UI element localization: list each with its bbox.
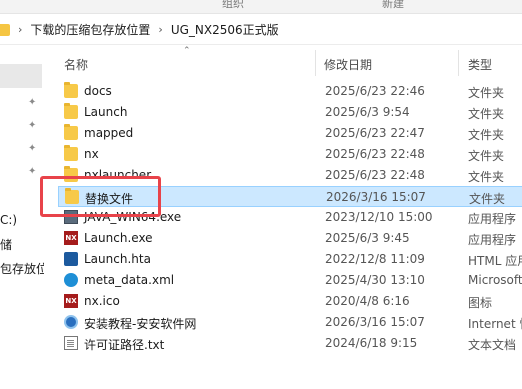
nav-item-download-folder[interactable]: 包存放位 <box>0 260 44 277</box>
file-name: 许可证路径.txt <box>84 338 165 352</box>
sort-ascending-icon: ⌃ <box>183 46 191 56</box>
file-row[interactable]: NX nx.ico 2020/4/8 6:16 图标 <box>58 291 522 312</box>
column-date[interactable]: 修改日期 <box>324 56 372 73</box>
ribbon: 组织 新建 <box>0 0 522 14</box>
navigation-pane: ✦ ✦ ✦ ✦ C:) 储 包存放位 <box>0 46 44 389</box>
text-file-icon <box>64 336 78 350</box>
file-type: 文件夹 <box>469 192 506 206</box>
file-name: mapped <box>84 126 134 140</box>
file-date: 2023/12/10 15:00 <box>325 210 433 224</box>
column-divider[interactable] <box>315 50 316 76</box>
breadcrumb-item[interactable]: UG_NX2506正式版 <box>171 21 279 38</box>
file-name: Launch <box>84 105 128 119</box>
edge-icon <box>64 273 78 287</box>
file-date: 2025/6/23 22:48 <box>325 147 425 161</box>
chevron-right-icon[interactable]: › <box>18 23 22 36</box>
column-divider[interactable] <box>458 50 459 76</box>
file-row[interactable]: Launch.hta 2022/12/8 11:09 HTML 应用 <box>58 249 522 270</box>
pin-icon: ✦ <box>28 120 37 131</box>
file-name: Launch.exe <box>84 231 153 245</box>
nav-selected-item[interactable] <box>0 64 42 88</box>
column-name[interactable]: 名称 <box>64 56 88 73</box>
file-row[interactable]: 许可证路径.txt 2024/6/18 9:15 文本文档 <box>58 333 522 354</box>
file-type: 文件夹 <box>468 170 505 184</box>
pin-icon: ✦ <box>28 143 37 154</box>
file-type: HTML 应用 <box>468 254 522 268</box>
file-name: meta_data.xml <box>84 273 175 287</box>
file-type: 文件夹 <box>468 149 505 163</box>
pin-icon: ✦ <box>28 166 37 177</box>
file-type: Microsoft <box>468 273 522 287</box>
file-row[interactable]: mapped 2025/6/23 22:47 文件夹 <box>58 123 522 144</box>
exe-icon <box>64 210 78 224</box>
file-row[interactable]: 安装教程-安安软件网 2026/3/16 15:07 Internet 快 <box>58 312 522 333</box>
file-row[interactable]: nx 2025/6/23 22:48 文件夹 <box>58 144 522 165</box>
folder-icon <box>64 166 78 182</box>
breadcrumb-item[interactable]: 下载的压缩包存放位置 <box>30 21 150 38</box>
address-bar[interactable]: › 下载的压缩包存放位置 › UG_NX2506正式版 <box>0 15 522 45</box>
nav-item-storage[interactable]: 储 <box>0 236 12 253</box>
file-name: Launch.hta <box>84 252 151 266</box>
hta-icon <box>64 252 78 266</box>
file-type: Internet 快 <box>468 317 522 331</box>
file-type: 应用程序 <box>468 233 517 247</box>
globe-icon <box>64 315 78 329</box>
file-name: nx.ico <box>84 294 120 308</box>
file-date: 2024/6/18 9:15 <box>325 336 418 350</box>
file-type: 文件夹 <box>468 107 505 121</box>
file-name: nx <box>84 147 99 161</box>
file-date: 2026/3/16 15:07 <box>326 190 426 204</box>
file-type: 文本文档 <box>468 338 517 352</box>
folder-icon <box>64 145 78 161</box>
file-row[interactable]: JAVA_WIN64.exe 2023/12/10 15:00 应用程序 <box>58 207 522 228</box>
file-date: 2025/6/3 9:45 <box>325 231 410 245</box>
nx-app-icon: NX <box>64 294 78 308</box>
folder-icon <box>64 124 78 140</box>
ribbon-group-new[interactable]: 新建 <box>382 0 404 11</box>
file-row[interactable]: NX Launch.exe 2025/6/3 9:45 应用程序 <box>58 228 522 249</box>
file-row-selected[interactable]: 替换文件 2026/3/16 15:07 文件夹 <box>58 186 522 207</box>
file-date: 2025/6/23 22:46 <box>325 84 425 98</box>
pin-icon: ✦ <box>28 97 37 108</box>
file-name: 安装教程-安安软件网 <box>84 317 197 331</box>
file-name: 替换文件 <box>85 192 134 206</box>
file-name: docs <box>84 84 112 98</box>
file-type: 文件夹 <box>468 86 505 100</box>
column-header: ⌃ 名称 修改日期 类型 <box>44 46 522 80</box>
file-row[interactable]: meta_data.xml 2025/4/30 13:10 Microsoft <box>58 270 522 291</box>
file-name: nxlauncher <box>84 168 152 182</box>
file-date: 2025/6/23 22:47 <box>325 126 425 140</box>
nav-item-drive[interactable]: C:) <box>0 213 17 227</box>
ribbon-group-organize[interactable]: 组织 <box>222 0 244 11</box>
file-row[interactable]: docs 2025/6/23 22:46 文件夹 <box>58 81 522 102</box>
chevron-right-icon[interactable]: › <box>158 23 162 36</box>
file-row[interactable]: Launch 2025/6/3 9:54 文件夹 <box>58 102 522 123</box>
file-type: 图标 <box>468 296 493 310</box>
folder-icon <box>65 188 79 204</box>
file-date: 2020/4/8 6:16 <box>325 294 410 308</box>
file-date: 2025/6/3 9:54 <box>325 105 410 119</box>
file-row[interactable]: nxlauncher 2025/6/23 22:48 文件夹 <box>58 165 522 186</box>
file-name: JAVA_WIN64.exe <box>84 210 182 224</box>
column-type[interactable]: 类型 <box>468 56 492 73</box>
folder-icon <box>64 103 78 119</box>
folder-icon <box>64 82 78 98</box>
file-date: 2025/6/23 22:48 <box>325 168 425 182</box>
file-date: 2025/4/30 13:10 <box>325 273 425 287</box>
file-date: 2022/12/8 11:09 <box>325 252 425 266</box>
file-type: 应用程序 <box>468 212 517 226</box>
folder-icon <box>0 23 10 36</box>
file-date: 2026/3/16 15:07 <box>325 315 425 329</box>
nx-app-icon: NX <box>64 231 78 245</box>
file-type: 文件夹 <box>468 128 505 142</box>
